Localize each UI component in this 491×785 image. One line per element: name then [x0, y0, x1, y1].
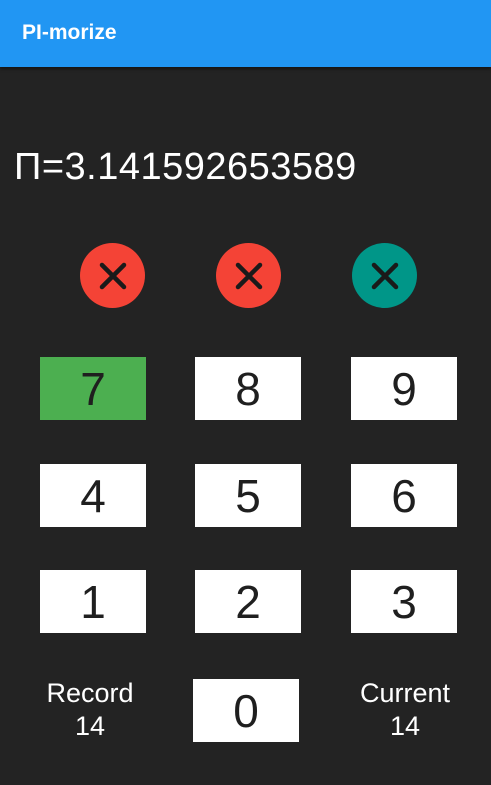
record-value: 14	[74, 711, 106, 741]
key-9[interactable]: 9	[351, 357, 457, 420]
close-icon	[371, 262, 398, 289]
key-0[interactable]: 0	[193, 679, 299, 742]
key-1[interactable]: 1	[40, 570, 146, 633]
life-indicator-2	[216, 243, 281, 308]
life-indicator-3	[352, 243, 417, 308]
key-7[interactable]: 7	[40, 357, 146, 420]
current-value: 14	[389, 711, 421, 741]
record-stat: Record 14	[25, 677, 155, 743]
close-icon	[99, 262, 126, 289]
pi-display: П=3.141592653589	[14, 146, 357, 188]
key-2[interactable]: 2	[195, 570, 301, 633]
record-label: Record	[46, 678, 134, 708]
key-6[interactable]: 6	[351, 464, 457, 527]
key-5[interactable]: 5	[195, 464, 301, 527]
current-label: Current	[359, 678, 451, 708]
app-title: PI-morize	[22, 21, 117, 44]
life-indicator-1	[80, 243, 145, 308]
close-icon	[235, 262, 262, 289]
key-3[interactable]: 3	[351, 570, 457, 633]
app-bar: PI-morize	[0, 0, 491, 67]
key-8[interactable]: 8	[195, 357, 301, 420]
current-stat: Current 14	[340, 677, 470, 743]
key-4[interactable]: 4	[40, 464, 146, 527]
